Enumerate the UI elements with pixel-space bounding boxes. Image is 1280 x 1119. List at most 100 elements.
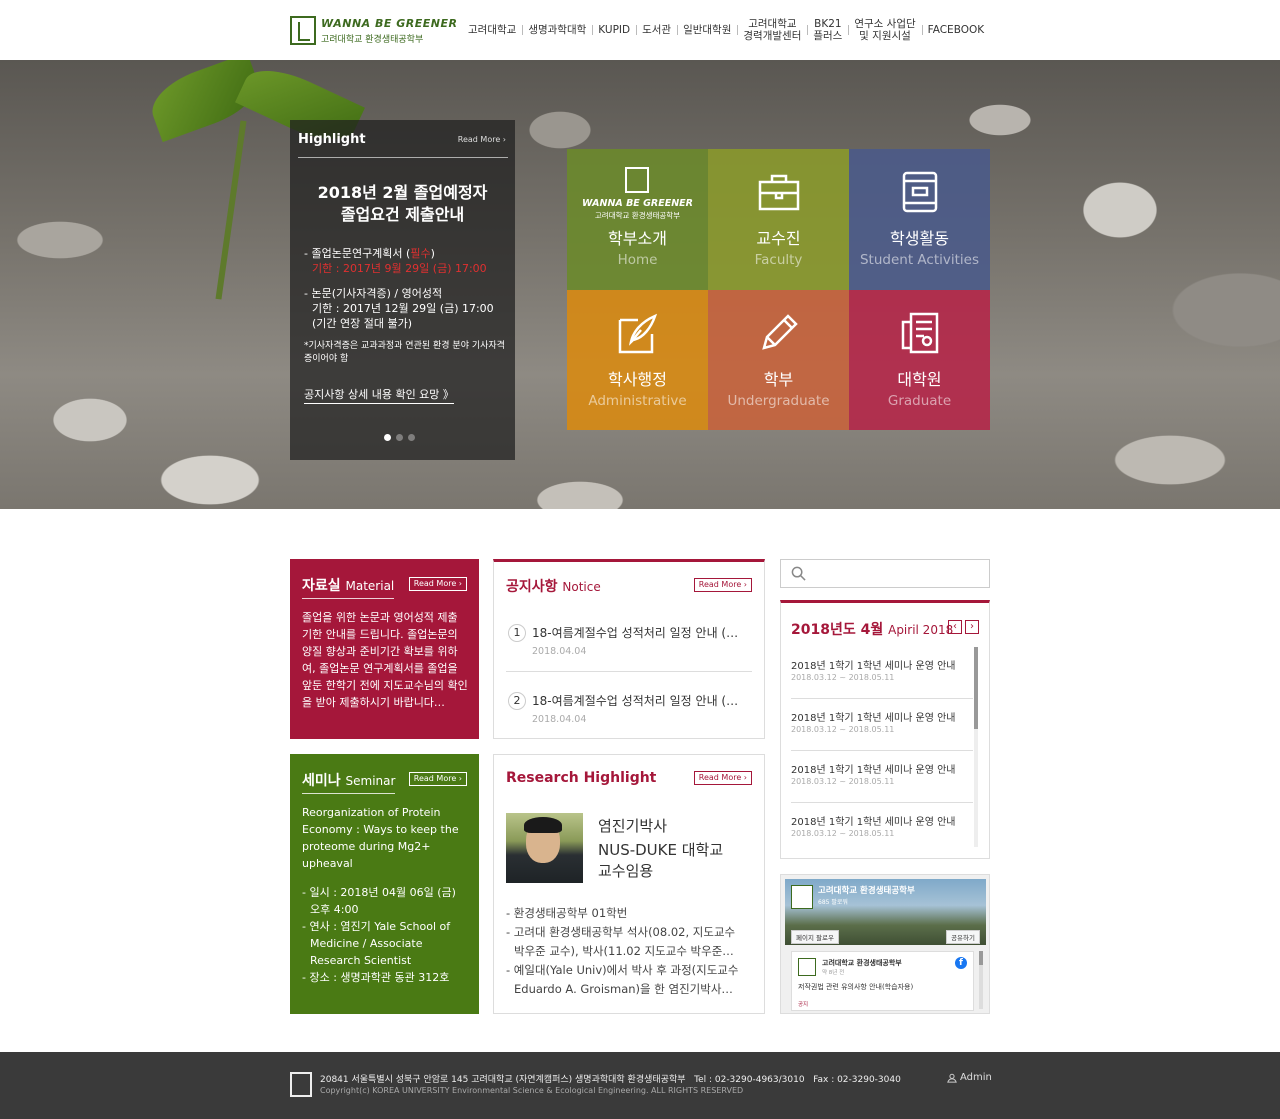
tile-label-en: Graduate — [887, 392, 952, 409]
tile-graduate[interactable]: 대학원 Graduate — [849, 289, 990, 430]
research-highlight-box: Research Highlight Read More › 염진기박사 NUS… — [493, 754, 765, 1014]
facebook-share-button[interactable]: 공유하기 — [946, 930, 980, 944]
seminar-detail: Research Scientist — [310, 954, 412, 967]
site-logo[interactable]: WANNA BE GREENER 고려대학교 환경생태공학부 — [290, 16, 457, 46]
seminar-text[interactable]: Reorganization of Protein Economy : Ways… — [302, 804, 468, 872]
facebook-page-name[interactable]: 고려대학교 환경생태공학부 — [818, 884, 915, 896]
tile-label: 학부 — [763, 369, 794, 389]
nav-graduate-school[interactable]: 일반대학원 — [677, 24, 737, 36]
slider-dot[interactable] — [384, 434, 391, 441]
hero-sprout-stem — [215, 120, 247, 300]
highlight-note: *기사자격증은 교과과정과 연관된 환경 분야 기사자격증이어야 함 — [304, 341, 505, 364]
tile-label-en: Student Activities — [859, 252, 980, 268]
research-bullet: Eduardo A. Groisman)을 한 염진기박사… — [514, 982, 733, 996]
calendar-scrollbar[interactable] — [974, 647, 978, 847]
highlight-header: Highlight Read More › — [298, 130, 508, 158]
nav-kupid[interactable]: KUPID — [592, 24, 636, 36]
search-icon[interactable] — [791, 566, 806, 581]
notice-item-date: 2018.04.04 — [532, 714, 587, 725]
nav-facebook[interactable]: FACEBOOK — [921, 24, 990, 36]
highlight-detail-link[interactable]: 공지사항 상세 내용 확인 요망 》 — [304, 386, 454, 404]
notice-item-title[interactable]: 18-여름계절수업 성적처리 일정 안내 (… — [532, 624, 754, 641]
nav-career-center[interactable]: 고려대학교 경력개발센터 — [737, 18, 807, 42]
calendar-item[interactable]: 2018년 1학기 1학년 세미나 운영 안내 2018.03.12 ~ 2018… — [791, 699, 973, 751]
hero-banner: Highlight Read More › 2018년 2월 졸업예정자 졸업요… — [0, 60, 1280, 509]
tile-label-en: Faculty — [754, 252, 803, 268]
calendar-scrollbar-thumb[interactable] — [974, 647, 978, 729]
tile-label-en: Administrative — [588, 392, 687, 409]
admin-link[interactable]: Admin — [960, 1072, 992, 1083]
notice-number: 1 — [508, 624, 526, 642]
portrait-hair — [524, 817, 562, 833]
facebook-scrollbar[interactable] — [979, 951, 983, 1009]
site-header: WANNA BE GREENER 고려대학교 환경생태공학부 고려대학교 생명과… — [0, 0, 1280, 60]
seminar-detail: - 연사 : 염진기 Yale School of — [302, 920, 451, 933]
research-headline[interactable]: NUS-DUKE 대학교 교수임용 — [598, 840, 723, 882]
calendar-next-button[interactable]: › — [965, 620, 979, 634]
slider-dot[interactable] — [396, 434, 403, 441]
calendar-title: 2018년도 4월 Apiril 2018 — [791, 622, 954, 638]
notice-item[interactable]: 2 18-여름계절수업 성적처리 일정 안내 (… 2018.04.04 — [506, 672, 752, 740]
calendar-item[interactable]: 2018년 1학기 1학년 세미나 운영 안내 2018.03.12 ~ 2018… — [791, 803, 973, 855]
tile-label: 학사행정 — [608, 369, 667, 389]
facebook-follow-button[interactable]: 페이지 팔로우 — [791, 930, 839, 944]
research-bullet: - 고려대 환경생태공학부 석사(08.02, 지도교수 — [506, 925, 736, 939]
admin-user-icon[interactable] — [947, 1073, 957, 1083]
facebook-post-time: 약 8년 전 — [822, 970, 845, 976]
tile-label-en: Home — [617, 252, 658, 268]
tile-faculty[interactable]: 교수진 Faculty — [708, 149, 849, 290]
nav-library[interactable]: 도서관 — [636, 24, 677, 36]
global-nav: 고려대학교 생명과학대학 KUPID 도서관 일반대학원 고려대학교 경력개발센… — [462, 15, 990, 45]
seminar-detail: - 일시 : 2018년 04월 06일 (금) — [302, 886, 456, 899]
facebook-post: 고려대학교 환경생태공학부 약 8년 전 f 저작권법 관련 유의사항 안내(학… — [791, 951, 974, 1011]
tile-student-activities[interactable]: 학생활동 Student Activities — [849, 149, 990, 290]
notice-read-more-button[interactable]: Read More › — [693, 578, 752, 592]
calendar-item[interactable]: 2018년 1학기 1학년 세미나 운영 안내 2018.03.12 ~ 2018… — [791, 751, 973, 803]
material-text[interactable]: 졸업을 위한 논문과 영어성적 제출 기한 안내를 드립니다. 졸업논문의 양질… — [302, 609, 468, 713]
logo-title: WANNA BE GREENER — [321, 17, 458, 30]
highlight-read-more-link[interactable]: Read More › — [458, 135, 506, 144]
calendar-prev-button[interactable]: ‹ — [948, 620, 962, 634]
notice-item[interactable]: 1 18-여름계절수업 성적처리 일정 안내 (… 2018.04.04 — [506, 604, 752, 672]
slider-dot[interactable] — [408, 434, 415, 441]
calendar-item[interactable]: 2018년 1학기 1학년 세미나 운영 안내 2018.03.12 ~ 2018… — [791, 647, 973, 699]
quick-menu-tiles: WANNA BE GREENER 고려대학교 환경생태공학부 학부소개 Home… — [567, 149, 990, 430]
notice-box: 공지사항 Notice Read More › 1 18-여름계절수업 성적처리… — [493, 559, 765, 739]
facebook-scrollbar-thumb[interactable] — [979, 951, 983, 965]
highlight-title[interactable]: 2018년 2월 졸업예정자 졸업요건 제출안내 — [290, 182, 515, 226]
seminar-detail: Medicine / Associate — [310, 937, 423, 950]
tile-administrative[interactable]: 학사행정 Administrative — [567, 289, 708, 430]
facebook-cover[interactable]: 고려대학교 환경생태공학부 685 팔로워 페이지 팔로우 공유하기 — [785, 879, 986, 945]
tile-home[interactable]: WANNA BE GREENER 고려대학교 환경생태공학부 학부소개 Home — [567, 149, 708, 290]
logo-subtitle: 고려대학교 환경생태공학부 — [321, 35, 424, 45]
tile-logo-subtitle: 고려대학교 환경생태공학부 — [594, 211, 681, 220]
book-icon — [902, 171, 938, 213]
slider-pagination — [384, 434, 415, 441]
nav-korea-university[interactable]: 고려대학교 — [462, 24, 522, 36]
facebook-post-text[interactable]: 저작권법 관련 유의사항 안내(학습자용) — [798, 982, 913, 992]
nav-research-institutes[interactable]: 연구소 사업단 및 지원시설 — [848, 18, 921, 42]
facebook-post-avatar — [798, 958, 816, 976]
nav-life-sciences[interactable]: 생명과학대학 — [522, 24, 592, 36]
footer-copyright: Copyright(c) KOREA UNIVERSITY Environmen… — [320, 1086, 744, 1095]
research-bullet: 박우준 교수), 박사(11.02 지도교수 박우준… — [514, 944, 734, 958]
nav-bk21[interactable]: BK21 플러스 — [807, 18, 848, 42]
search-input[interactable] — [811, 564, 983, 584]
facebook-logo-icon[interactable]: f — [955, 957, 967, 969]
seminar-read-more-button[interactable]: Read More › — [408, 772, 467, 786]
footer-address: 20841 서울특별시 성북구 안암로 145 고려대학교 (자연계캠퍼스) 생… — [320, 1075, 901, 1085]
highlight-panel: Highlight Read More › 2018년 2월 졸업예정자 졸업요… — [290, 120, 515, 460]
seminar-box: 세미나 Seminar Read More › Reorganization o… — [290, 754, 479, 1014]
notice-item-title[interactable]: 18-여름계절수업 성적처리 일정 안내 (… — [532, 692, 754, 709]
search-box — [780, 559, 990, 588]
research-photo[interactable] — [506, 813, 583, 883]
facebook-post-page[interactable]: 고려대학교 환경생태공학부 — [822, 958, 902, 968]
research-read-more-button[interactable]: Read More › — [693, 771, 752, 785]
highlight-heading: Highlight — [298, 132, 366, 147]
logo-mark-icon — [290, 16, 316, 45]
tile-logo-title: WANNA BE GREENER — [582, 198, 693, 209]
footer-logo-icon — [290, 1072, 312, 1097]
tile-undergraduate[interactable]: 학부 Undergraduate — [708, 289, 849, 430]
highlight-line: - 졸업논문연구계획서 (필수) — [304, 247, 435, 260]
material-read-more-button[interactable]: Read More › — [408, 577, 467, 591]
